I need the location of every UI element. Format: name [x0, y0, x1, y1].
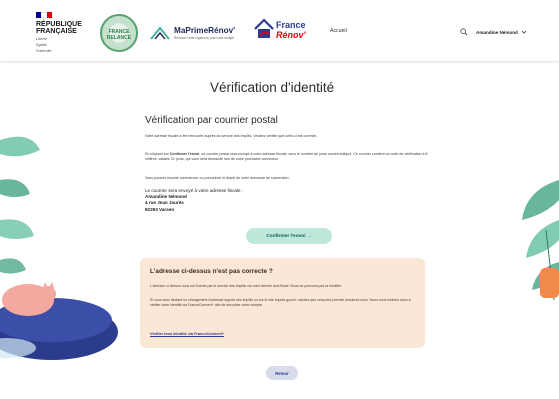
user-menu[interactable]: Amandine Némond	[460, 27, 527, 37]
notice-paragraph-1: L'adresse ci-dessus vous est fournie par…	[150, 284, 343, 288]
page-title: Vérification d'identité	[210, 80, 335, 95]
flag-icon	[36, 12, 52, 18]
notice-paragraph-2: Si vous avez déclaré un changement d'adr…	[150, 298, 411, 307]
section-title: Vérification par courrier postal	[145, 115, 278, 126]
decorative-leaves-left	[0, 136, 40, 274]
instructions-prefix: En cliquant sur	[145, 152, 169, 156]
search-icon[interactable]	[460, 28, 468, 36]
france-renov-logo[interactable]: France Rénov'	[254, 18, 318, 48]
address-city: 82293 Varsen	[145, 206, 175, 212]
motto-line3: Fraternité	[36, 49, 52, 54]
decorative-pouf-with-cat	[0, 282, 118, 360]
intro-paragraph: Votre adresse fiscale a été retrouvée au…	[145, 134, 318, 138]
motto-line2: Égalité	[36, 43, 47, 48]
franceconnect-verify-link[interactable]: Vérifier mon identité via FranceConnect+	[150, 332, 224, 336]
decorative-plant-pot	[540, 268, 559, 298]
france-renov-line1: France	[276, 20, 306, 30]
back-button[interactable]: Retour	[266, 366, 298, 380]
fiscal-address-block: Le courrier sera envoyé à votre adresse …	[145, 188, 243, 213]
france-renov-line2: Rénov'	[276, 30, 306, 40]
next-steps-paragraph: Vous pourrez ensuite commencer ou poursu…	[145, 176, 290, 180]
confirm-send-button[interactable]: Confirmer l'envoi →	[246, 228, 332, 244]
chevron-down-icon[interactable]	[521, 29, 527, 35]
incorrect-address-notice: L'adresse ci-dessus n'est pas correcte ?…	[140, 258, 425, 348]
notice-title: L'adresse ci-dessus n'est pas correcte ?	[150, 268, 273, 275]
instructions-paragraph: En cliquant sur Confirmer l'envoi, un co…	[145, 152, 433, 162]
nav-accueil-link[interactable]: Accueil	[330, 28, 347, 34]
seal-text: FRANCE RELANCE	[106, 29, 132, 41]
maprimerenov-subtitle: Rénovez votre logement, pas votre budget	[174, 36, 235, 40]
instructions-strong: Confirmer l'envoi	[169, 152, 200, 156]
motto-line1: Liberté	[36, 37, 47, 41]
france-relance-seal: FRANCE RELANCE	[100, 14, 138, 52]
france-renov-house-icon	[254, 18, 274, 38]
house-icon	[150, 26, 170, 40]
user-name[interactable]: Amandine Némond	[476, 30, 518, 35]
republique-line2: FRANÇAISE	[36, 28, 77, 35]
maprimerenov-title: MaPrimeRénov'	[174, 26, 236, 35]
site-header: RÉPUBLIQUE FRANÇAISE Liberté Égalité Fra…	[0, 0, 559, 62]
republique-line1: RÉPUBLIQUE	[36, 21, 82, 28]
maprimerenov-logo[interactable]: MaPrimeRénov' Rénovez votre logement, pa…	[150, 24, 242, 44]
republique-francaise-logo[interactable]: RÉPUBLIQUE FRANÇAISE Liberté Égalité Fra…	[36, 12, 88, 58]
